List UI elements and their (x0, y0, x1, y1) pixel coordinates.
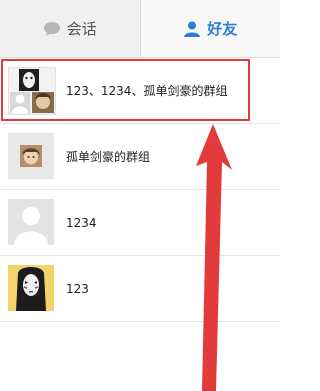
tab-label: 好友 (207, 20, 238, 38)
group-avatar-icon (8, 67, 56, 115)
friend-name: 123、1234、孤单剑豪的群组 (66, 84, 228, 98)
tab-friends[interactable]: 好友 (140, 0, 280, 57)
list-item[interactable]: 孤单剑豪的群组 (0, 124, 280, 190)
user-avatar-icon (8, 265, 54, 311)
group-avatar-icon (8, 133, 54, 179)
tab-label: 会话 (66, 20, 97, 38)
friend-name: 123 (66, 281, 89, 296)
list-item[interactable]: 123 (0, 256, 280, 322)
default-avatar-icon (8, 199, 54, 245)
tab-conversations[interactable]: 会话 (0, 0, 141, 57)
friend-name: 1234 (66, 215, 97, 230)
person-icon (183, 20, 201, 38)
chat-bubble-icon (43, 21, 61, 37)
list-item[interactable]: 1234 (0, 190, 280, 256)
friend-list: 123、1234、孤单剑豪的群组 孤单剑豪的群组 1234 123 (0, 58, 280, 322)
friend-name: 孤单剑豪的群组 (66, 150, 151, 164)
list-item[interactable]: 123、1234、孤单剑豪的群组 (0, 58, 280, 124)
tab-bar: 会话 好友 (0, 0, 280, 58)
